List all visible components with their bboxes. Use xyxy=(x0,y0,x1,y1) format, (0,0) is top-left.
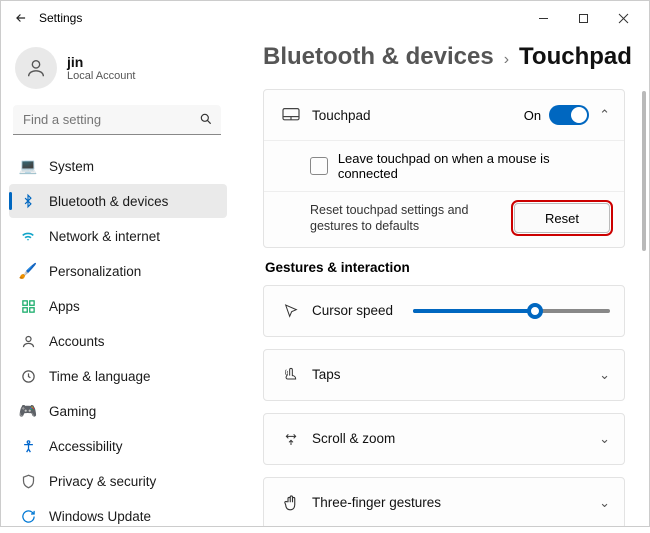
user-subtitle: Local Account xyxy=(67,70,136,82)
back-button[interactable] xyxy=(7,4,35,32)
hand-icon xyxy=(278,494,304,512)
search-input[interactable] xyxy=(13,105,221,135)
nav-label: Accessibility xyxy=(49,439,123,454)
clock-icon xyxy=(19,369,37,384)
nav-label: Accounts xyxy=(49,334,105,349)
shield-icon xyxy=(19,474,37,489)
chevron-right-icon: › xyxy=(504,51,509,69)
nav-label: Time & language xyxy=(49,369,151,384)
sidebar-item-gaming[interactable]: 🎮 Gaming xyxy=(9,394,227,428)
user-profile[interactable]: jin Local Account xyxy=(9,41,227,105)
leave-touchpad-on-label: Leave touchpad on when a mouse is connec… xyxy=(338,151,610,181)
scroll-zoom-label: Scroll & zoom xyxy=(312,431,599,446)
wifi-icon xyxy=(19,229,37,243)
touchpad-icon xyxy=(278,107,304,123)
scrollbar[interactable] xyxy=(642,91,646,251)
touchpad-toggle[interactable] xyxy=(549,105,589,125)
nav-label: Privacy & security xyxy=(49,474,156,489)
slider-fill xyxy=(413,309,535,313)
tap-icon xyxy=(278,366,304,384)
slider-thumb[interactable] xyxy=(527,303,543,319)
avatar xyxy=(15,47,57,89)
chevron-up-icon[interactable]: ⌃ xyxy=(599,107,610,123)
close-button[interactable] xyxy=(603,4,643,32)
sidebar-item-accounts[interactable]: Accounts xyxy=(9,324,227,358)
content-area: Bluetooth & devices › Touchpad Touchpad … xyxy=(235,35,649,526)
cursor-speed-slider[interactable] xyxy=(413,309,610,313)
sidebar: jin Local Account 💻 System Bluetooth & de… xyxy=(1,35,235,526)
nav-label: Bluetooth & devices xyxy=(49,194,168,209)
update-icon xyxy=(19,509,37,524)
sidebar-item-windows-update[interactable]: Windows Update xyxy=(9,499,227,533)
cursor-speed-row[interactable]: Cursor speed xyxy=(263,285,625,337)
gaming-icon: 🎮 xyxy=(19,402,37,420)
nav-label: Apps xyxy=(49,299,80,314)
sidebar-item-personalization[interactable]: 🖌️ Personalization xyxy=(9,254,227,288)
scroll-zoom-icon xyxy=(278,431,304,447)
cursor-speed-label: Cursor speed xyxy=(312,303,393,318)
chevron-down-icon[interactable]: ⌄ xyxy=(599,431,610,447)
nav: 💻 System Bluetooth & devices Network & in… xyxy=(9,149,227,533)
taps-row[interactable]: Taps ⌄ xyxy=(263,349,625,401)
user-name: jin xyxy=(67,54,136,70)
toggle-state: On xyxy=(524,108,541,123)
three-finger-label: Three-finger gestures xyxy=(312,495,599,510)
sidebar-item-system[interactable]: 💻 System xyxy=(9,149,227,183)
search-icon xyxy=(199,112,213,129)
leave-touchpad-on-row[interactable]: Leave touchpad on when a mouse is connec… xyxy=(264,140,624,191)
breadcrumb-parent[interactable]: Bluetooth & devices xyxy=(263,43,494,71)
gestures-section-title: Gestures & interaction xyxy=(265,260,639,275)
apps-icon xyxy=(19,299,37,314)
maximize-button[interactable] xyxy=(563,4,603,32)
page-title: Touchpad xyxy=(519,43,632,71)
nav-label: Personalization xyxy=(49,264,141,279)
reset-button[interactable]: Reset xyxy=(514,203,610,233)
chevron-down-icon[interactable]: ⌄ xyxy=(599,367,610,383)
touchpad-label: Touchpad xyxy=(312,108,524,123)
taps-label: Taps xyxy=(312,367,599,382)
leave-touchpad-on-checkbox[interactable] xyxy=(310,157,328,175)
sidebar-item-accessibility[interactable]: Accessibility xyxy=(9,429,227,463)
reset-row: Reset touchpad settings and gestures to … xyxy=(264,191,624,247)
reset-description: Reset touchpad settings and gestures to … xyxy=(310,202,500,235)
sidebar-item-bluetooth-devices[interactable]: Bluetooth & devices xyxy=(9,184,227,218)
system-icon: 💻 xyxy=(19,157,37,175)
sidebar-item-network[interactable]: Network & internet xyxy=(9,219,227,253)
sidebar-item-privacy[interactable]: Privacy & security xyxy=(9,464,227,498)
cursor-icon xyxy=(278,303,304,319)
breadcrumb: Bluetooth & devices › Touchpad xyxy=(263,43,639,71)
minimize-button[interactable] xyxy=(523,4,563,32)
sidebar-item-apps[interactable]: Apps xyxy=(9,289,227,323)
touchpad-toggle-row[interactable]: Touchpad On ⌃ xyxy=(264,90,624,140)
accounts-icon xyxy=(19,334,37,349)
sidebar-item-time-language[interactable]: Time & language xyxy=(9,359,227,393)
chevron-down-icon[interactable]: ⌄ xyxy=(599,495,610,511)
titlebar: Settings xyxy=(1,1,649,35)
brush-icon: 🖌️ xyxy=(19,262,37,280)
window-controls xyxy=(523,4,643,32)
three-finger-row[interactable]: Three-finger gestures ⌄ xyxy=(263,477,625,527)
bluetooth-icon xyxy=(19,193,37,209)
scroll-zoom-row[interactable]: Scroll & zoom ⌄ xyxy=(263,413,625,465)
accessibility-icon xyxy=(19,439,37,454)
nav-label: Windows Update xyxy=(49,509,151,524)
window-title: Settings xyxy=(39,11,82,25)
nav-label: System xyxy=(49,159,94,174)
touchpad-card: Touchpad On ⌃ Leave touchpad on when a m… xyxy=(263,89,625,248)
nav-label: Network & internet xyxy=(49,229,160,244)
nav-label: Gaming xyxy=(49,404,96,419)
